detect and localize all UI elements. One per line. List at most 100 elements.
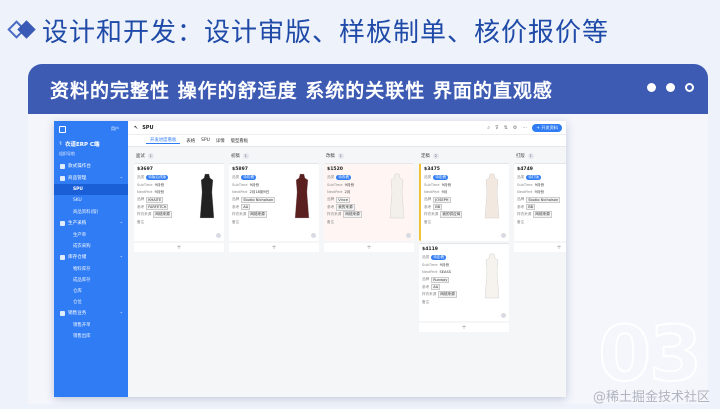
- sidebar-subitem[interactable]: 成衣采购: [54, 240, 128, 251]
- product-card[interactable]: $3697 品类 待版后改版 SubTime 9月份 NextPart 9月份 品牌 KHAIT…: [134, 163, 224, 241]
- sidebar-item[interactable]: 销售业务 ⌃: [54, 307, 128, 319]
- column-title: 初稿: [231, 154, 240, 159]
- card-fields: 品类 待打版 SubTime 9月份 NextPart 9月份 品牌 Studio Nicho…: [517, 174, 566, 226]
- field-label: NextPart: [232, 190, 248, 195]
- column-count: 1: [242, 153, 249, 159]
- field-label: 品牌: [137, 197, 145, 202]
- chevron-up-icon: ⌃: [119, 175, 123, 181]
- field-label: 样衣来源: [232, 212, 247, 217]
- add-development-button[interactable]: + 开发资料: [532, 123, 562, 132]
- field-row: SubTime 9月份: [517, 181, 566, 188]
- field-value: 9月份: [439, 262, 450, 267]
- field-label: 品牌: [232, 197, 240, 202]
- field-value: 网络来源: [533, 211, 552, 219]
- field-row: 备注: [327, 218, 379, 225]
- tab-3[interactable]: 详情: [216, 138, 225, 144]
- field-label: 品类: [137, 175, 145, 180]
- field-row: 参考 AA: [422, 284, 474, 291]
- field-value: 待打版: [526, 175, 541, 181]
- kanban-board: 面试 1 $3697 品类 待版后改版 SubTime 9月份 NextPart 9月份 品牌 KH…: [134, 151, 566, 332]
- sidebar-subitem[interactable]: 物料库存: [54, 263, 128, 274]
- field-label: 品牌: [422, 277, 430, 282]
- menu-icon: [60, 175, 65, 181]
- card-fields: 品类 待改稿 SubTime 9月份 NextPart 2月 品牌 Vince 参考 我的来源 样衣…: [327, 174, 379, 226]
- field-row: 品类 待初稿: [232, 174, 284, 181]
- add-card-button[interactable]: +: [514, 243, 566, 252]
- back-icon[interactable]: ↖: [134, 125, 138, 131]
- add-card-button[interactable]: +: [419, 323, 509, 332]
- field-row: NextPart 2月: [327, 189, 379, 196]
- sidebar-item[interactable]: 库存仓储 ⌃: [54, 251, 128, 263]
- field-row: 样衣来源 网络来源: [137, 211, 189, 219]
- sidebar: 用户 ⚕ 衣道ERP C端 组织导航 款式操作台 商品管理 ⌃ SPU SKU 商品资料(…: [54, 121, 128, 397]
- sidebar-subitem[interactable]: 销售开单: [54, 319, 128, 330]
- page-title: SPU: [142, 124, 154, 131]
- dot-icon: [666, 83, 675, 92]
- product-card[interactable]: $3475 品类 待定稿 SubTime 9月份 NextPart 9月 品牌 JOSEPH 参考…: [419, 163, 509, 241]
- add-card-button[interactable]: +: [134, 243, 224, 252]
- sidebar-subitem[interactable]: 仓库: [54, 285, 128, 296]
- more-icon[interactable]: ⋯: [522, 125, 527, 131]
- field-row: 参考 BB: [424, 204, 476, 211]
- sidebar-subitem[interactable]: SPU: [54, 184, 128, 195]
- card-code: $3697: [137, 167, 153, 172]
- sidebar-subitem[interactable]: 销售出库: [54, 330, 128, 341]
- field-label: 参考: [422, 284, 430, 289]
- sidebar-subitem[interactable]: SKU: [54, 195, 128, 206]
- kanban-column: 定稿 2 $3475 品类 待定稿 SubTime 9月份 NextPart 9月 品牌 JOSEP…: [419, 151, 509, 332]
- column-title: 改稿: [326, 154, 335, 159]
- field-row: 品牌 KHAITE: [137, 196, 189, 203]
- feature-banner: 资料的完整性 操作的舒适度 系统的关联性 界面的直观感: [28, 64, 708, 114]
- settings-icon[interactable]: ⚙: [513, 125, 517, 131]
- app-grid-icon[interactable]: [59, 125, 66, 133]
- search-icon[interactable]: ⌕: [487, 125, 490, 131]
- field-label: 参考: [137, 204, 145, 209]
- field-label: 品牌: [517, 197, 525, 202]
- sidebar-item[interactable]: 生产采购 ⌃: [54, 217, 128, 229]
- sidebar-subtitle: 组织导航: [59, 151, 75, 156]
- sidebar-subitem[interactable]: 商品资料(版): [54, 206, 128, 217]
- product-card[interactable]: $1520 品类 待改稿 SubTime 9月份 NextPart 2月 品牌 Vince 参考我…: [324, 163, 414, 241]
- add-card-button[interactable]: +: [229, 243, 319, 252]
- product-card[interactable]: $5897 品类 待初稿 SubTime 9月份 NextPart 2月18到9日 品牌 Stu…: [229, 163, 319, 241]
- column-count: 1: [147, 153, 154, 159]
- sidebar-item-label: 生产采购: [68, 221, 87, 226]
- diamond-icon: [6, 18, 38, 42]
- field-label: NextPart: [327, 190, 343, 195]
- comment-count-icon: [216, 233, 221, 238]
- field-value: 待定稿: [433, 175, 448, 181]
- tab-2[interactable]: SPU: [201, 138, 210, 143]
- field-value: BB: [433, 204, 443, 211]
- sidebar-subitem[interactable]: 仓位: [54, 296, 128, 307]
- field-value: 2月18到9日: [249, 189, 270, 194]
- field-row: 品类 待打版: [517, 174, 566, 181]
- sort-icon[interactable]: ⇅: [504, 125, 508, 131]
- sidebar-item[interactable]: 款式操作台: [54, 160, 128, 172]
- tab-4[interactable]: 版型看板: [231, 138, 249, 144]
- field-row: 备注: [424, 218, 476, 225]
- field-row: 参考 FARFETCH: [137, 204, 189, 211]
- field-value: KHAITE: [146, 196, 164, 203]
- sidebar-subitem[interactable]: 生产单: [54, 229, 128, 240]
- field-row: 样衣来源 我的供应商: [424, 211, 476, 219]
- field-label: SubTime: [422, 263, 438, 268]
- field-value: AA: [241, 204, 251, 211]
- tab-1[interactable]: 表格: [186, 138, 195, 144]
- user-menu[interactable]: 用户: [111, 126, 119, 132]
- field-row: 品牌 Runway: [422, 276, 474, 283]
- field-label: 参考: [232, 204, 240, 209]
- field-label: SubTime: [327, 183, 343, 188]
- comment-count-icon: [501, 313, 506, 318]
- sidebar-item[interactable]: 商品管理 ⌃: [54, 172, 128, 184]
- sidebar-subitem[interactable]: 成品库存: [54, 274, 128, 285]
- product-card[interactable]: $4749 品类 待打版 SubTime 9月份 NextPart 9月份 品牌 Studio …: [514, 163, 566, 241]
- brand-label: 衣道ERP C端: [64, 142, 100, 148]
- filter-icon[interactable]: ⊽: [495, 125, 499, 131]
- banner-dots: [647, 83, 694, 92]
- chevron-up-icon: ⌃: [119, 310, 123, 316]
- field-label: SubTime: [424, 183, 440, 188]
- product-card[interactable]: $4119 品类 待定稿 SubTime 9月份 NextPart SEASS 品牌 Runwa…: [419, 243, 509, 321]
- tab-0[interactable]: 开发进度看板: [146, 137, 181, 144]
- column-title: 面试: [136, 154, 145, 159]
- add-card-button[interactable]: +: [324, 243, 414, 252]
